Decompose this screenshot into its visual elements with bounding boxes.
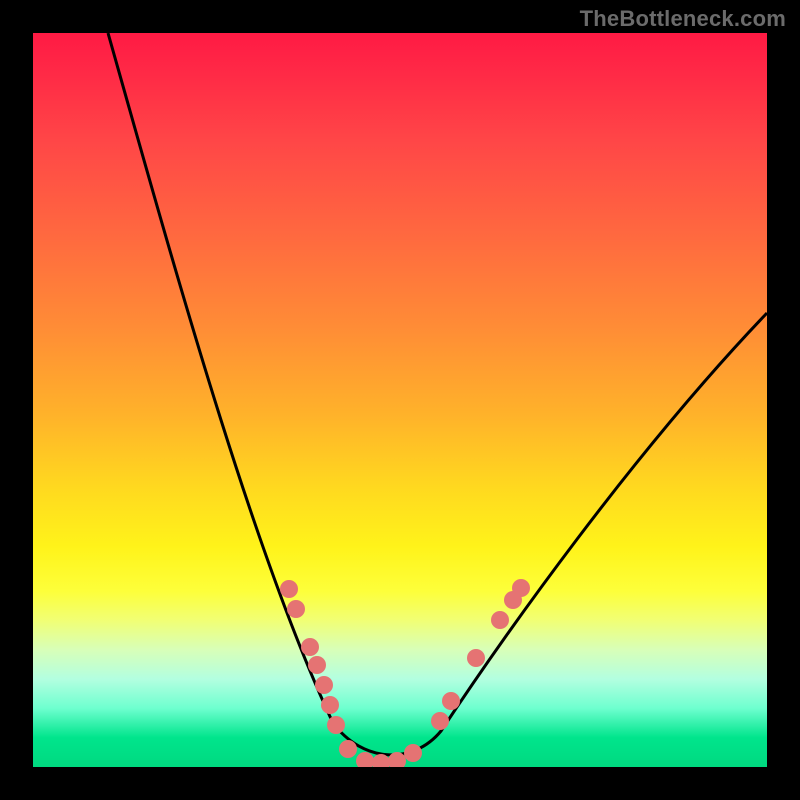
scatter-dot <box>431 712 449 730</box>
scatter-dot <box>491 611 509 629</box>
chart-frame: TheBottleneck.com <box>0 0 800 800</box>
scatter-dot <box>512 579 530 597</box>
plot-area <box>33 33 767 767</box>
watermark-text: TheBottleneck.com <box>580 6 786 32</box>
scatter-dot <box>321 696 339 714</box>
scatter-dot <box>301 638 319 656</box>
scatter-dots <box>280 579 530 767</box>
scatter-dot <box>287 600 305 618</box>
scatter-dot <box>404 744 422 762</box>
scatter-dot <box>339 740 357 758</box>
scatter-dot <box>315 676 333 694</box>
scatter-dot <box>356 752 374 767</box>
scatter-dot <box>308 656 326 674</box>
scatter-dot <box>327 716 345 734</box>
bottleneck-curve <box>108 33 767 755</box>
scatter-dot <box>467 649 485 667</box>
scatter-dot <box>442 692 460 710</box>
scatter-dot <box>280 580 298 598</box>
bottleneck-curve-svg <box>33 33 767 767</box>
